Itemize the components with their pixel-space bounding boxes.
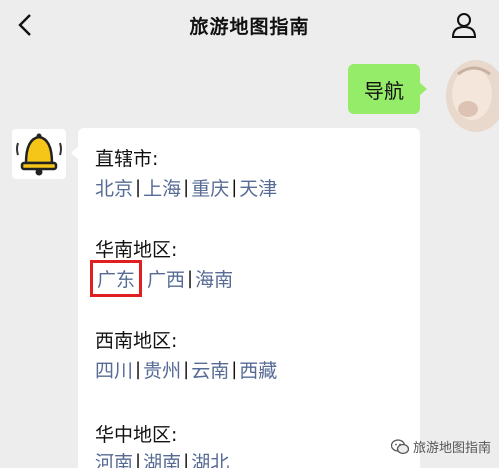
separator: | [183,359,190,380]
top-bar: 旅游地图指南 [0,0,499,50]
bell-icon [16,133,62,176]
region-title-municipalities: 直辖市: [95,148,159,170]
watermark-text: 旅游地图指南 [412,441,491,456]
separator: | [183,177,190,198]
city-link[interactable]: 河南 [95,448,133,468]
region-cities-municipalities: 北京 | 上海 | 重庆 | 天津 [95,174,277,201]
city-link[interactable]: 湖南 [143,448,181,468]
sent-message-text: 导航 [364,78,404,103]
city-link[interactable]: 海南 [195,265,233,292]
separator: | [135,177,142,198]
chevron-left-icon[interactable] [14,12,38,38]
city-link[interactable]: 天津 [239,174,277,201]
region-title-central-china: 华中地区: [95,424,178,446]
wechat-icon [390,438,409,454]
city-link[interactable]: 重庆 [191,174,229,201]
separator: | [231,177,238,198]
region-title-south-china: 华南地区: [95,239,178,261]
separator: | [135,451,142,468]
region-cities-south-china: 广东 广西 | 海南 [89,260,233,297]
city-link[interactable]: 云南 [191,356,229,383]
separator: | [135,359,142,380]
user-avatar-image [428,54,499,132]
region-cities-southwest: 四川 | 贵州 | 云南 | 西藏 [95,356,277,383]
avatar[interactable] [428,54,499,132]
city-link[interactable]: 广西 [147,265,185,292]
region-title-southwest: 西南地区: [95,330,178,352]
city-link[interactable]: 湖北 [191,448,229,468]
city-link[interactable]: 西藏 [239,356,277,383]
separator: | [183,451,190,468]
page-title: 旅游地图指南 [189,15,310,38]
watermark: 旅游地图指南 [390,437,491,456]
city-link[interactable]: 四川 [95,356,133,383]
received-message-bubble[interactable]: 直辖市: 北京 | 上海 | 重庆 | 天津 华南地区: 广东 广西 | 海南 西南地区… [71,128,420,468]
separator: | [187,268,194,289]
person-icon[interactable] [451,12,477,38]
city-link[interactable]: 贵州 [143,356,181,383]
separator: | [231,359,238,380]
city-link-highlighted[interactable]: 广东 [89,260,143,297]
sent-message-bubble[interactable]: 导航 [348,64,427,114]
region-cities-central-china: 河南 | 湖南 | 湖北 [95,448,229,468]
city-link[interactable]: 北京 [95,174,133,201]
city-link[interactable]: 上海 [143,174,181,201]
bot-avatar[interactable] [12,129,66,179]
